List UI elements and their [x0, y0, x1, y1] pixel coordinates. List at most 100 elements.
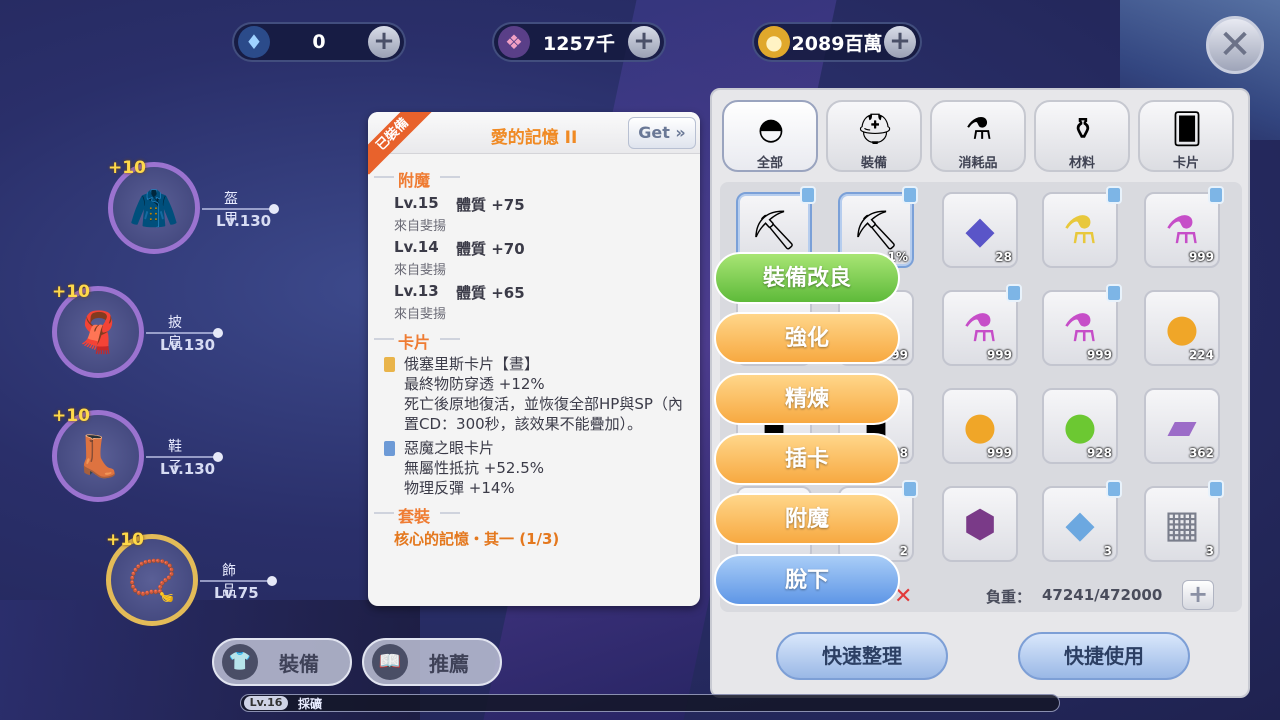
expand-weight-button[interactable]: + — [1182, 580, 1214, 610]
inventory-cell[interactable]: ⚗ 999 — [942, 284, 1022, 366]
tab-label: 裝備 — [860, 156, 887, 171]
card-effect: 死亡後原地復活，並恢復全部HP與SP（內置CD：300秒，該效果不能疊加）。 — [404, 395, 683, 433]
inventory-cell[interactable]: ⬢ — [942, 486, 1018, 562]
job-level: Lv.16 — [244, 696, 288, 710]
add-crystal-button[interactable]: + — [628, 26, 660, 58]
inventory-cell[interactable]: ● 999 — [942, 388, 1018, 464]
tab-material[interactable]: ⚱ 材料 — [1034, 100, 1130, 172]
enchant-stat: 體質 +75 — [456, 196, 525, 214]
add-diamond-button[interactable]: + — [368, 26, 400, 58]
enchant-section-header: 附魔 — [368, 164, 700, 190]
section-deco — [440, 512, 460, 514]
gold-coin-icon: ● — [758, 26, 790, 58]
inventory-cell[interactable]: ◆ 28 — [942, 192, 1018, 268]
insert-card-button[interactable]: 插卡 — [714, 433, 900, 485]
purple-potion-icon: ⚗ — [1164, 208, 1200, 252]
material-icon: ⚱ — [1070, 111, 1096, 147]
equip-tab-button[interactable]: 👕 裝備 — [212, 638, 352, 686]
enhance-button[interactable]: 強化 — [714, 312, 900, 364]
item-qty: 999 — [986, 446, 1012, 460]
stone-tablet-icon: ▦ — [1164, 502, 1200, 546]
lock-icon — [1208, 186, 1224, 204]
section-deco — [440, 338, 460, 340]
tooltip-body[interactable]: 附魔 Lv.15 體質 +75 來自斐揚 Lv.14 體質 +70 來自斐揚 L… — [368, 158, 700, 606]
inventory-cell[interactable]: ● 928 — [1042, 388, 1118, 464]
item-qty: 2 — [899, 544, 908, 558]
slot-level: Lv.75 — [214, 584, 259, 602]
inventory-cell[interactable]: ▰ 362 — [1144, 388, 1220, 464]
equipment-icon: ⛑ — [855, 111, 895, 147]
weight-value: 47241/472000 — [1042, 586, 1163, 604]
enchant-source: 來自斐揚 — [394, 219, 447, 234]
get-button[interactable]: Get » — [628, 117, 696, 149]
inventory-cell[interactable]: ⚗ — [1042, 186, 1122, 268]
card-name: 俄塞里斯卡片【晝】 — [404, 355, 540, 373]
tab-label: 全部 — [756, 156, 783, 171]
recommend-tab-label: 推薦 — [429, 651, 469, 676]
recommend-tab-button[interactable]: 📖 推薦 — [362, 638, 502, 686]
green-orb-icon: ● — [1063, 404, 1097, 448]
section-deco — [374, 338, 394, 340]
lock-icon — [1006, 284, 1022, 302]
card-section-header: 卡片 — [368, 326, 700, 352]
orange-orb-icon: ● — [1165, 306, 1199, 350]
slot-level: Lv.130 — [160, 460, 216, 478]
job-name: 採礦 — [298, 697, 323, 711]
blue-crystal-icon: ◆ — [1065, 502, 1095, 546]
gold-value: 2089百萬 — [791, 32, 883, 55]
card-effect: 最終物防穿透 +12% — [404, 375, 545, 393]
quick-use-button[interactable]: 快捷使用 — [1018, 632, 1190, 680]
upgrade-equipment-button[interactable]: 裝備改良 — [714, 252, 900, 304]
refine-badge: +10 — [52, 406, 90, 426]
section-deco — [440, 176, 460, 178]
section-deco — [374, 512, 394, 514]
item-qty: 999 — [1188, 250, 1214, 264]
slot-level: Lv.130 — [160, 336, 216, 354]
tab-all[interactable]: ◓ 全部 — [722, 100, 818, 172]
crystal-wing-icon: ❖ — [498, 26, 530, 58]
crystal-value: 1257千 — [543, 32, 615, 55]
enchant-stat: 體質 +65 — [456, 284, 525, 302]
card-header-label: 卡片 — [398, 333, 431, 352]
equip-tab-label: 裝備 — [279, 651, 319, 676]
inventory-cell[interactable]: ◆ 3 — [1042, 480, 1122, 562]
card-name: 惡魔之眼卡片 — [404, 439, 495, 457]
tab-card[interactable]: 🂠 卡片 — [1138, 100, 1234, 172]
card-icon: 🂠 — [1171, 111, 1203, 147]
tab-equipment[interactable]: ⛑ 裝備 — [826, 100, 922, 172]
enchant-row: Lv.15 體質 +75 來自斐揚 — [368, 192, 700, 236]
book-icon: 📖 — [372, 644, 408, 680]
enchant-source: 來自斐揚 — [394, 307, 447, 322]
item-qty: 999 — [986, 348, 1012, 362]
refine-badge: +10 — [106, 530, 144, 550]
lock-icon — [1208, 480, 1224, 498]
unequip-button[interactable]: 脫下 — [714, 554, 900, 606]
set-header-label: 套裝 — [398, 507, 431, 526]
enchant-header-label: 附魔 — [398, 171, 431, 190]
refine-button[interactable]: 精煉 — [714, 373, 900, 425]
enchant-row: Lv.14 體質 +70 來自斐揚 — [368, 236, 700, 280]
tab-label: 卡片 — [1172, 156, 1199, 171]
consumable-icon: ⚗ — [965, 111, 993, 147]
purple-ingot-icon: ▰ — [1167, 404, 1197, 448]
inventory-cell[interactable]: ⚗ 999 — [1042, 284, 1122, 366]
inventory-cell[interactable]: ● 224 — [1144, 290, 1220, 366]
lock-icon — [800, 186, 816, 204]
set-name: 核心的記憶・其一 (1/3) — [394, 530, 560, 548]
weight-label: 負重： — [986, 588, 1032, 606]
tab-consumable[interactable]: ⚗ 消耗品 — [930, 100, 1026, 172]
item-tooltip: 愛的記憶 II Get » 已裝備 附魔 Lv.15 體質 +75 來自斐揚 L… — [368, 112, 700, 606]
quick-sort-button[interactable]: 快速整理 — [776, 632, 948, 680]
purple-gem-icon: ⬢ — [963, 502, 997, 546]
set-section-header: 套裝 — [368, 500, 700, 526]
refine-badge: +10 — [108, 158, 146, 178]
yellow-potion-icon: ⚗ — [1062, 208, 1098, 252]
enchant-button[interactable]: 附魔 — [714, 493, 900, 545]
inventory-cell[interactable]: ⚗ 999 — [1144, 186, 1224, 268]
inventory-cell[interactable]: ▦ 3 — [1144, 480, 1224, 562]
close-button[interactable]: ✕ — [1206, 16, 1264, 74]
add-gold-button[interactable]: + — [884, 26, 916, 58]
lock-icon — [1106, 480, 1122, 498]
item-qty: 999 — [1086, 348, 1112, 362]
lock-icon — [1106, 284, 1122, 302]
